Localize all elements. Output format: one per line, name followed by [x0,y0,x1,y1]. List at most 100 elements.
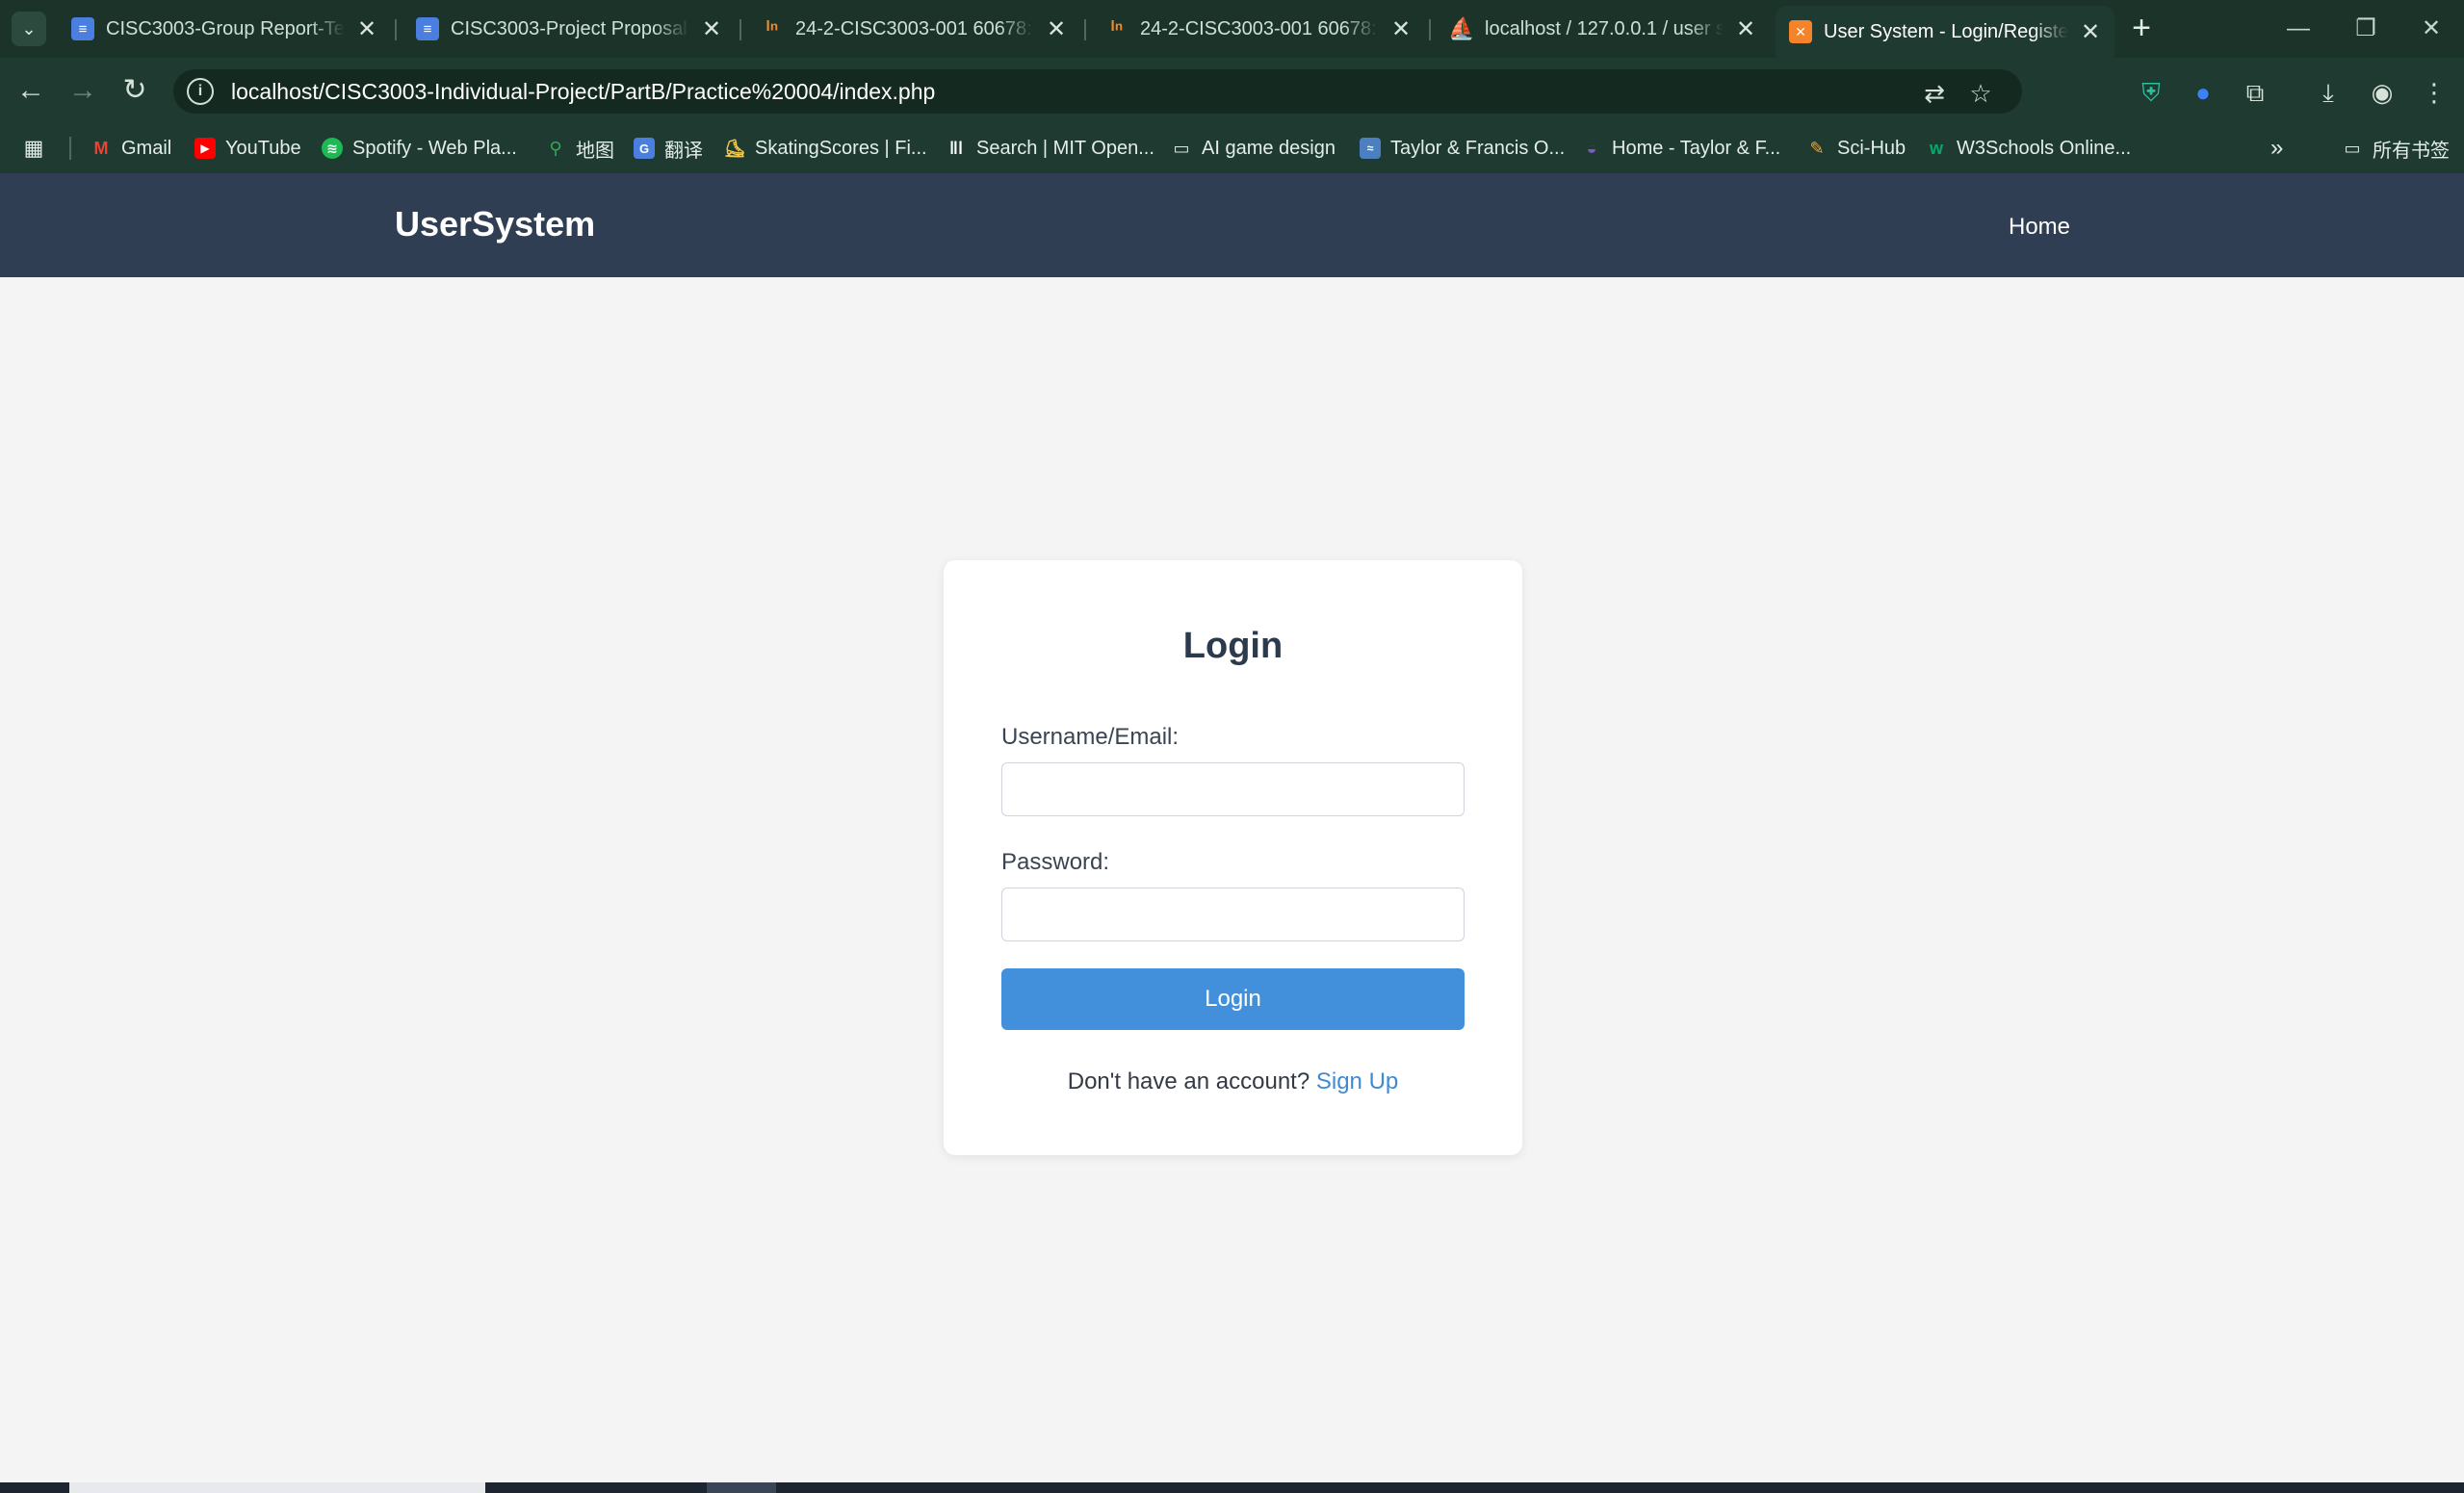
bookmark-translate[interactable]: G 翻译 [634,133,703,164]
site-info-icon[interactable]: i [187,78,214,105]
bookmarks-bar: ▦ M Gmail ▶ YouTube ≋ Spotify - Web Pla.… [0,123,2464,173]
bookmark-taylor-francis[interactable]: ≈ Taylor & Francis O... [1360,133,1565,164]
kebab-menu-icon[interactable]: ⋮ [2417,75,2451,110]
folder-icon: ▭ [1173,138,1190,158]
bookmarks-overflow-button[interactable]: » [2270,133,2283,164]
bookmark-taylor-francis-home[interactable]: ◒ Home - Taylor & F... [1581,133,1781,164]
signup-link[interactable]: Sign Up [1316,1068,1398,1094]
address-bar[interactable]: i localhost/CISC3003-Individual-Project/… [173,69,2022,114]
instructure-icon: ᴵⁿ [765,16,779,40]
username-label: Username/Email: [1001,724,1180,750]
url-text: localhost/CISC3003-Individual-Project/Pa… [231,78,936,104]
xampp-icon: ✕ [1789,20,1812,43]
bookmark-label: AI game design [1202,137,1336,159]
bookmark-scihub[interactable]: ✎ Sci-Hub [1806,133,1906,164]
tab-phpmyadmin[interactable]: ⛵ localhost / 127.0.0.1 / user sy ✕ [1437,8,1770,50]
site-brand[interactable]: UserSystem [395,204,595,245]
blue-dot-extension-icon[interactable]: ● [2186,75,2220,110]
signup-prompt: Don't have an account? Sign Up [944,1068,1522,1095]
bookmark-label: Taylor & Francis O... [1390,137,1566,159]
login-title: Login [1182,626,1284,666]
star-icon[interactable]: ☆ [1964,77,1997,110]
extensions-icon[interactable]: ⧉ [2238,75,2272,110]
tab-group-report[interactable]: ≡ CISC3003-Group Report-Team ✕ [58,8,391,50]
phpmyadmin-icon: ⛵ [1448,16,1475,40]
all-bookmarks-button[interactable]: ▭ 所有书签 [2342,133,2450,164]
profile-avatar-icon[interactable]: ◉ [2365,75,2399,110]
bookmark-label: Gmail [121,137,172,159]
browser-chrome: ⌄ ≡ CISC3003-Group Report-Team ✕ ≡ CISC3… [0,0,2464,173]
bookmark-skatingscores[interactable]: ⛸ SkatingScores | Fi... [724,133,927,164]
taskbar-search-box[interactable] [69,1482,485,1493]
new-tab-button[interactable]: + [2124,12,2159,46]
bookmark-label: 翻译 [664,140,703,162]
bookmark-spotify[interactable]: ≋ Spotify - Web Pla... [322,133,517,164]
tab-course-web[interactable]: ᴵⁿ 24-2-CISC3003-001 60678: Web ✕ [747,8,1080,50]
spotify-icon: ≋ [322,138,343,159]
tab-title: CISC3003-Group Report-Team [106,17,345,39]
skating-icon: ⛸ [723,138,746,158]
translate-icon: G [634,138,655,159]
bookmark-maps[interactable]: ⚲ 地图 [545,133,614,164]
bookmark-label: SkatingScores | Fi... [755,137,927,159]
tab-user-system[interactable]: ✕ User System - Login/Register ✕ [1776,6,2114,58]
tab-title: User System - Login/Register [1824,20,2068,42]
folder-icon: ▭ [2344,138,2361,158]
download-icon[interactable]: ⤓ [2311,75,2346,110]
scihub-icon: ✎ [1809,138,1825,158]
bookmark-label: Sci-Hub [1837,137,1906,159]
tab-separator [1084,19,1086,40]
bookmark-label: 地图 [576,140,614,162]
chevron-down-icon: ⌄ [21,18,37,39]
bookmark-gmail[interactable]: M Gmail [91,133,172,164]
tab-project-proposal[interactable]: ≡ CISC3003-Project Proposal-Team ✕ [402,8,736,50]
username-input[interactable] [1001,762,1465,816]
signup-prompt-text: Don't have an account? [1067,1068,1310,1094]
close-icon[interactable]: ✕ [356,15,377,43]
login-button[interactable]: Login [1001,968,1465,1030]
tab-separator [1429,19,1431,40]
restore-icon[interactable]: ❐ [2342,12,2390,46]
bookmark-label: Spotify - Web Pla... [352,137,517,159]
bookmark-label: YouTube [225,137,301,159]
minimize-icon[interactable]: — [2274,12,2322,46]
tab-separator [395,19,397,40]
password-input[interactable] [1001,888,1465,941]
bookmark-label: Home - Taylor & F... [1612,137,1781,159]
w3schools-icon: w [1929,138,1943,158]
nav-home-link[interactable]: Home [2009,214,2070,241]
shield-extension-icon[interactable]: ⛨ [2134,75,2168,110]
docs-icon: ≡ [416,17,439,40]
bookmark-mit[interactable]: ǁǀ Search | MIT Open... [946,133,1154,164]
instructure-icon: ᴵⁿ [1110,16,1124,40]
tab-title: localhost / 127.0.0.1 / user sy [1485,17,1724,39]
close-icon[interactable]: ✕ [701,15,722,43]
bookmark-youtube[interactable]: ▶ YouTube [195,133,301,164]
translate-page-icon[interactable]: ⇄ [1918,77,1951,110]
bookmarks-separator [69,137,71,160]
tandf-icon: ≈ [1360,138,1381,159]
close-icon[interactable]: ✕ [1046,15,1067,43]
window-close-icon[interactable]: ✕ [2407,12,2455,46]
forward-icon[interactable]: → [65,73,100,108]
os-taskbar [0,1482,2464,1493]
youtube-icon: ▶ [195,138,216,159]
tab-search-button[interactable]: ⌄ [12,12,46,46]
tab-course-team[interactable]: ᴵⁿ 24-2-CISC3003-001 60678: Team ✕ [1092,8,1425,50]
close-icon[interactable]: ✕ [1390,15,1412,43]
tandf-home-icon: ◒ [1586,138,1597,158]
reload-icon[interactable]: ↻ [117,73,152,108]
close-icon[interactable]: ✕ [1735,15,1756,43]
apps-grid-icon[interactable]: ▦ [23,133,44,164]
login-card: Login Username/Email: Password: Login Do… [944,560,1522,1155]
bookmark-folder-ai-game-design[interactable]: ▭ AI game design [1171,133,1336,164]
browser-toolbar: ← → ↻ i localhost/CISC3003-Individual-Pr… [0,58,2464,123]
close-icon[interactable]: ✕ [2080,18,2101,46]
back-icon[interactable]: ← [13,73,48,108]
tab-title: 24-2-CISC3003-001 60678: Web [795,17,1034,39]
tab-title: 24-2-CISC3003-001 60678: Team [1140,17,1379,39]
mit-icon: ǁǀ [949,138,963,158]
bookmark-w3schools[interactable]: w W3Schools Online... [1926,133,2131,164]
taskbar-active-app[interactable] [707,1482,776,1493]
docs-icon: ≡ [71,17,94,40]
